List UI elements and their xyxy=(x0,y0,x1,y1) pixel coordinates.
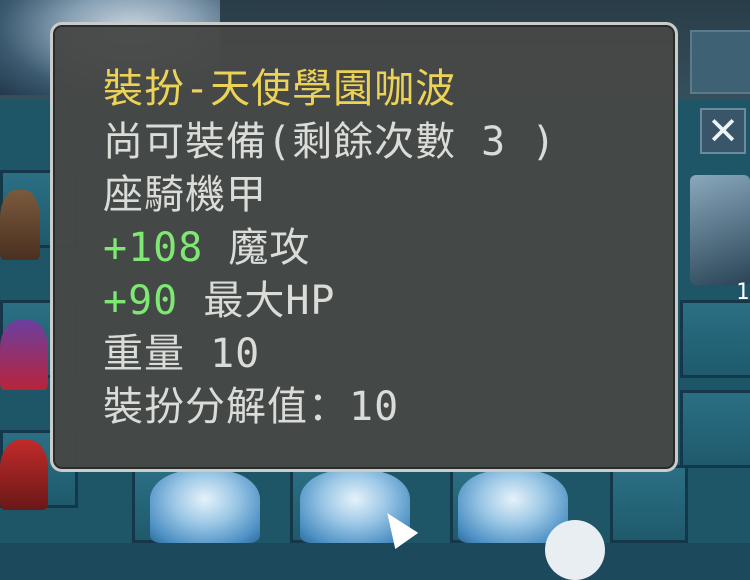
stat-value: +90 xyxy=(103,278,179,324)
item-count: 1 xyxy=(736,280,750,305)
item-icon[interactable] xyxy=(0,320,48,390)
inventory-slot[interactable] xyxy=(610,465,688,543)
inventory-slot[interactable] xyxy=(680,300,750,378)
inventory-slot[interactable] xyxy=(680,390,750,468)
close-button[interactable]: ✕ xyxy=(700,108,746,154)
decompose-value: 裝扮分解值：10 xyxy=(103,384,400,430)
stat-value: +108 xyxy=(103,225,204,271)
item-icon[interactable] xyxy=(150,470,260,543)
stat-name: 最大HP xyxy=(203,278,336,324)
stat-row: +90 最大HP xyxy=(103,275,675,328)
item-category: 座騎機甲 xyxy=(103,172,267,218)
item-weight: 重量 10 xyxy=(103,331,261,377)
item-icon[interactable] xyxy=(690,175,750,285)
equip-status: 尚可裝備(剩餘次數 3 ) xyxy=(103,119,557,165)
cursor-highlight xyxy=(545,520,605,580)
item-tooltip: 裝扮-天使學園咖波 尚可裝備(剩餘次數 3 ) 座騎機甲 +108 魔攻 +90… xyxy=(50,22,678,472)
stat-row: +108 魔攻 xyxy=(103,222,675,275)
item-icon[interactable] xyxy=(0,190,40,260)
item-name: 裝扮-天使學園咖波 xyxy=(103,66,457,112)
stat-name: 魔攻 xyxy=(228,225,311,271)
item-icon[interactable] xyxy=(0,440,48,510)
top-right-slot[interactable] xyxy=(690,30,750,94)
